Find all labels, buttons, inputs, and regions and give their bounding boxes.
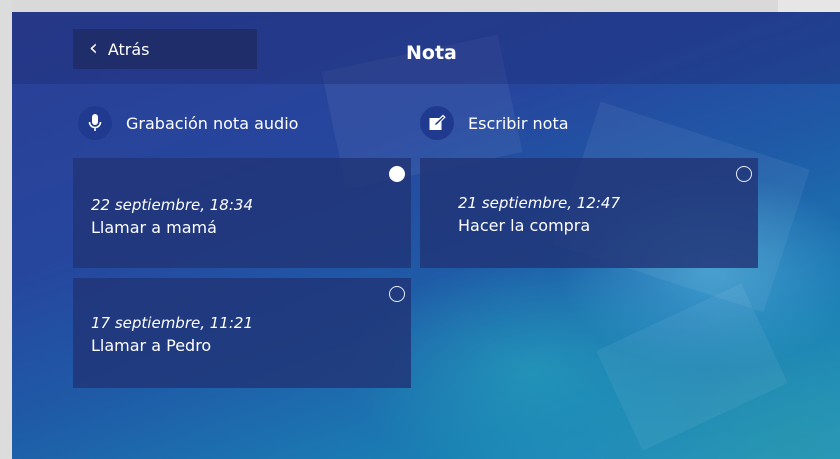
note-date: 22 septiembre, 18:34 xyxy=(91,196,253,214)
chevron-left-icon: ‹ xyxy=(89,36,98,61)
write-note-icon xyxy=(420,106,454,140)
note-text: Llamar a mamá xyxy=(91,218,217,237)
note-select-radio[interactable] xyxy=(389,286,405,302)
write-note-label: Escribir nota xyxy=(468,113,569,133)
note-select-radio[interactable] xyxy=(736,166,752,182)
microphone-icon xyxy=(78,106,112,140)
record-audio-note-label: Grabación nota audio xyxy=(126,113,299,133)
note-card[interactable]: 17 septiembre, 11:21 Llamar a Pedro xyxy=(73,278,411,388)
record-audio-note-button[interactable]: Grabación nota audio xyxy=(78,103,298,143)
note-card[interactable]: 22 septiembre, 18:34 Llamar a mamá xyxy=(73,158,411,268)
write-note-button[interactable]: Escribir nota xyxy=(420,103,569,143)
page-title: Nota xyxy=(406,42,457,64)
note-select-radio[interactable] xyxy=(389,166,405,182)
back-button-label: Atrás xyxy=(107,39,150,59)
screen: ‹ Atrás Nota Grabación nota audio Escrib… xyxy=(12,12,840,459)
note-text: Hacer la compra xyxy=(458,216,591,235)
device-frame-top xyxy=(0,0,778,12)
note-date: 17 septiembre, 11:21 xyxy=(91,314,253,332)
device-frame-left xyxy=(0,0,12,459)
back-button[interactable]: ‹ Atrás xyxy=(73,29,257,69)
note-date: 21 septiembre, 12:47 xyxy=(458,194,620,212)
note-card[interactable]: 21 septiembre, 12:47 Hacer la compra xyxy=(420,158,758,268)
note-text: Llamar a Pedro xyxy=(91,336,212,355)
